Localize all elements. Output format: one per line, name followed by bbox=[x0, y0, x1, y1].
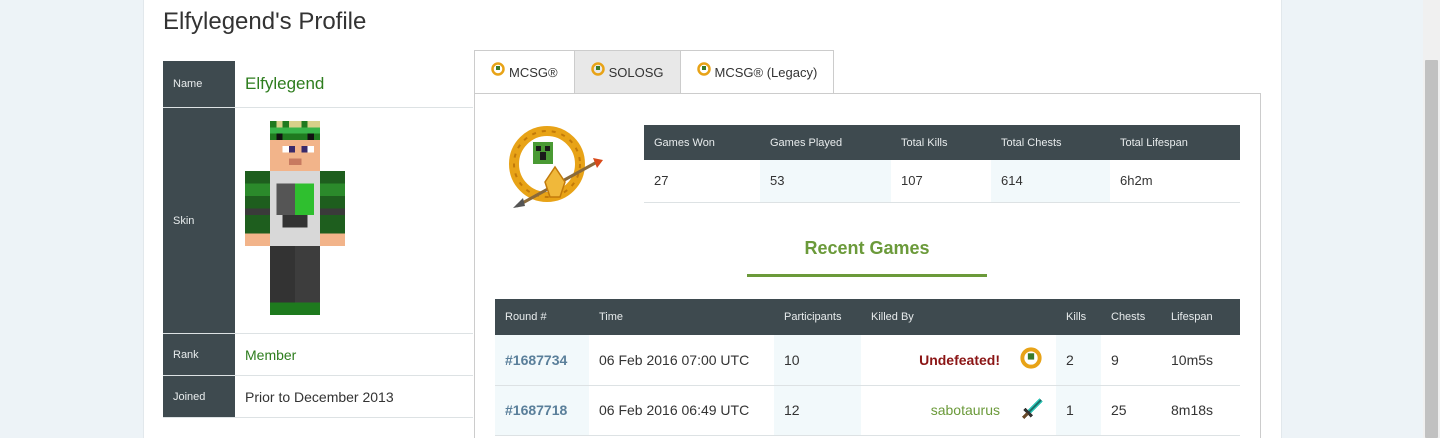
table-row: #1687734 06 Feb 2016 07:00 UTC 10 Undefe… bbox=[495, 335, 1240, 386]
stat-games-played: 53 bbox=[760, 160, 891, 203]
skin-image bbox=[235, 108, 473, 333]
diamond-sword-icon bbox=[1021, 397, 1043, 419]
game-killed-by: sabotaurus bbox=[861, 385, 1020, 436]
joined-value: Prior to December 2013 bbox=[245, 388, 394, 405]
stats-row: 27 53 107 614 6h2m bbox=[644, 160, 1240, 203]
round-link-text[interactable]: #1687734 bbox=[505, 352, 567, 368]
joined-label: Joined bbox=[163, 376, 235, 417]
games-header-participants: Participants bbox=[774, 299, 861, 335]
game-chests: 25 bbox=[1101, 385, 1161, 436]
stats-header-games-won: Games Won bbox=[644, 125, 760, 160]
skin-label: Skin bbox=[163, 108, 235, 333]
games-header-row: Round # Time Participants Killed By Kill… bbox=[495, 299, 1240, 335]
page-title: Elfylegend's Profile bbox=[163, 8, 367, 35]
stat-total-chests: 614 bbox=[991, 160, 1110, 203]
mcsg-logo-icon bbox=[590, 62, 605, 76]
game-kills: 1 bbox=[1056, 385, 1101, 436]
recent-games-table: Round # Time Participants Killed By Kill… bbox=[495, 299, 1240, 436]
mcsg-logo-icon bbox=[1020, 347, 1042, 369]
game-participants: 10 bbox=[774, 335, 861, 386]
games-header-time: Time bbox=[589, 299, 774, 335]
rank-label: Rank bbox=[163, 334, 235, 375]
stat-games-won: 27 bbox=[644, 160, 760, 203]
tab-solosg-label: SOLOSG bbox=[608, 64, 664, 80]
games-header-chests: Chests bbox=[1101, 299, 1161, 335]
stats-header-total-chests: Total Chests bbox=[991, 125, 1110, 160]
game-lifespan: 8m18s bbox=[1161, 385, 1240, 436]
recent-games-title: Recent Games bbox=[804, 238, 930, 258]
scrollbar-thumb[interactable] bbox=[1425, 60, 1438, 438]
game-participants: 12 bbox=[774, 385, 861, 436]
mcsg-logo-icon bbox=[491, 62, 505, 76]
profile-row-skin: Skin bbox=[163, 108, 473, 334]
profile-row-rank: Rank Member bbox=[163, 334, 473, 376]
game-result-icon-cell bbox=[1020, 335, 1056, 386]
round-link[interactable]: #1687718 bbox=[495, 385, 589, 436]
mcsg-logo-icon bbox=[509, 126, 603, 208]
game-result-icon-cell bbox=[1020, 385, 1056, 436]
killer-name-link[interactable]: sabotaurus bbox=[931, 402, 1000, 418]
tab-mcsg-legacy-label: MCSG® (Legacy) bbox=[714, 64, 818, 80]
scrollbar[interactable] bbox=[1423, 0, 1440, 438]
undefeated-label: Undefeated! bbox=[919, 351, 1000, 368]
tab-mcsg-legacy[interactable]: MCSG® (Legacy) bbox=[679, 50, 835, 93]
games-header-icon bbox=[1020, 299, 1056, 335]
profile-row-joined: Joined Prior to December 2013 bbox=[163, 376, 473, 418]
games-header-kills: Kills bbox=[1056, 299, 1101, 335]
stats-header-row: Games Won Games Played Total Kills Total… bbox=[644, 125, 1240, 160]
stats-header-total-lifespan: Total Lifespan bbox=[1110, 125, 1240, 160]
tab-mcsg-label: MCSG® bbox=[509, 64, 558, 80]
round-link-text[interactable]: #1687718 bbox=[505, 402, 567, 418]
player-skin-icon bbox=[245, 120, 345, 315]
game-chests: 9 bbox=[1101, 335, 1161, 386]
table-row: #1687718 06 Feb 2016 06:49 UTC 12 sabota… bbox=[495, 385, 1240, 436]
stat-total-lifespan: 6h2m bbox=[1110, 160, 1240, 203]
stats-table: Games Won Games Played Total Kills Total… bbox=[644, 125, 1240, 203]
name-label: Name bbox=[163, 61, 235, 107]
rank-value: Member bbox=[245, 346, 297, 363]
game-lifespan: 10m5s bbox=[1161, 335, 1240, 386]
game-kills: 2 bbox=[1056, 335, 1101, 386]
game-time: 06 Feb 2016 07:00 UTC bbox=[589, 335, 774, 386]
stat-total-kills: 107 bbox=[891, 160, 991, 203]
round-link[interactable]: #1687734 bbox=[495, 335, 589, 386]
game-time: 06 Feb 2016 06:49 UTC bbox=[589, 385, 774, 436]
games-header-round: Round # bbox=[495, 299, 589, 335]
mcsg-logo-icon bbox=[696, 62, 711, 76]
games-header-killed-by: Killed By bbox=[861, 299, 1020, 335]
name-value: Elfylegend bbox=[245, 74, 325, 93]
profile-table: Name Elfylegend Skin Rank Member Joined … bbox=[163, 61, 473, 418]
games-header-lifespan: Lifespan bbox=[1161, 299, 1240, 335]
recent-games-underline bbox=[747, 274, 987, 277]
tab-solosg[interactable]: SOLOSG bbox=[573, 50, 681, 93]
stats-header-total-kills: Total Kills bbox=[891, 125, 991, 160]
stats-header-games-played: Games Played bbox=[760, 125, 891, 160]
game-killed-by: Undefeated! bbox=[861, 335, 1020, 386]
tab-mcsg[interactable]: MCSG® bbox=[474, 50, 575, 93]
game-tabs: MCSG® SOLOSG MCSG® (Legacy) bbox=[474, 50, 835, 93]
profile-row-name: Name Elfylegend bbox=[163, 61, 473, 108]
